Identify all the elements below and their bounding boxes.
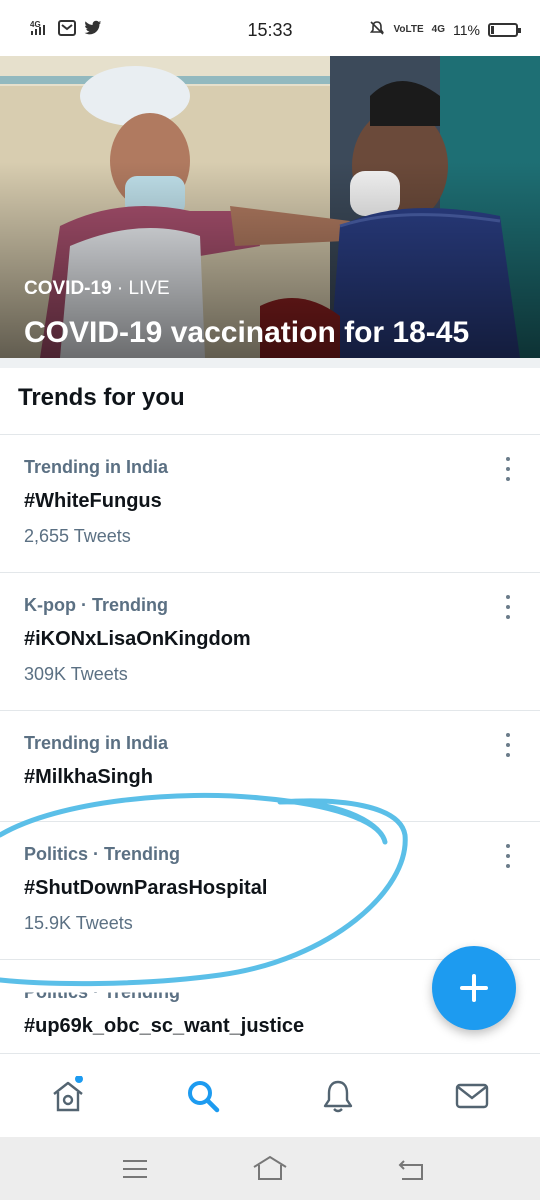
trend-meta: Trending in India: [24, 733, 168, 753]
trend-tweet-count: 2,655 Tweets: [24, 526, 131, 546]
status-right-icons: VoLTE 4G 11%: [369, 20, 521, 39]
trend-meta: K-pop · Trending: [24, 595, 168, 615]
trend-hashtag: #ShutDownParasHospital: [24, 877, 268, 899]
nav-notifications[interactable]: [318, 1076, 358, 1116]
menu-icon: [123, 1160, 147, 1178]
home-icon: [53, 1075, 83, 1112]
more-options-icon[interactable]: [498, 457, 518, 481]
trend-meta: Politics · Trending: [24, 982, 181, 1003]
back-icon: [398, 1160, 423, 1180]
home-icon: [253, 1155, 287, 1180]
hero-separator: ·: [111, 278, 129, 299]
trend-hashtag: #WhiteFungus: [24, 490, 162, 512]
search-icon: [188, 1081, 220, 1113]
trend-item[interactable]: Trending in India #MilkhaSingh: [0, 711, 540, 821]
plus-icon: [460, 974, 488, 1002]
volte-icon: VoLTE: [393, 23, 424, 35]
more-options-icon[interactable]: [498, 595, 518, 619]
trend-hashtag: #iKONxLisaOnKingdom: [24, 628, 251, 650]
4g-signal-icon: 4G: [431, 23, 446, 35]
trend-hashtag: #up69k_obc_sc_want_justice: [24, 1015, 305, 1037]
status-bar: 4G 15:33 VoLTE 4G 11%: [0, 0, 540, 56]
compose-tweet-button[interactable]: [432, 946, 516, 1030]
battery-icon: [488, 22, 521, 37]
trend-hashtag: #MilkhaSingh: [24, 766, 153, 788]
messages-icon: [455, 1083, 489, 1109]
trend-item[interactable]: Politics · Trending #ShutDownParasHospit…: [0, 822, 540, 959]
sys-home-button[interactable]: [250, 1153, 290, 1185]
more-options-icon[interactable]: [498, 733, 518, 757]
more-options-icon[interactable]: [498, 844, 518, 868]
hero-kicker: COVID-19 · LIVE: [24, 278, 170, 300]
battery-percent: 11%: [453, 21, 480, 38]
notification-dot: [75, 1075, 83, 1083]
sys-back-button[interactable]: [392, 1153, 432, 1185]
notifications-icon: [323, 1080, 353, 1113]
trend-tweet-count: 15.9K Tweets: [24, 913, 133, 933]
bottom-nav: [0, 1053, 540, 1137]
hero-category: COVID-19: [24, 278, 112, 299]
trend-meta: Trending in India: [24, 457, 168, 477]
sys-menu-button[interactable]: [115, 1153, 155, 1185]
nav-messages[interactable]: [452, 1076, 492, 1116]
hero-live-label: LIVE: [128, 278, 170, 299]
mute-icon: [369, 20, 385, 39]
trend-tweet-count: 309K Tweets: [24, 664, 128, 684]
trend-meta: Politics · Trending: [24, 844, 181, 864]
trend-item[interactable]: K-pop · Trending #iKONxLisaOnKingdom 309…: [0, 573, 540, 710]
nav-home[interactable]: [48, 1075, 88, 1116]
section-title: Trends for you: [18, 384, 185, 411]
nav-search[interactable]: [183, 1076, 223, 1116]
trend-item[interactable]: Trending in India #WhiteFungus 2,655 Twe…: [0, 435, 540, 572]
hero-title: COVID-19 vaccination for 18-45 age group…: [24, 316, 470, 349]
section-spacer: [0, 358, 540, 368]
hero-news-card[interactable]: COVID-19 · LIVE COVID-19 vaccination for…: [0, 56, 540, 358]
system-nav-bar: [0, 1137, 540, 1200]
